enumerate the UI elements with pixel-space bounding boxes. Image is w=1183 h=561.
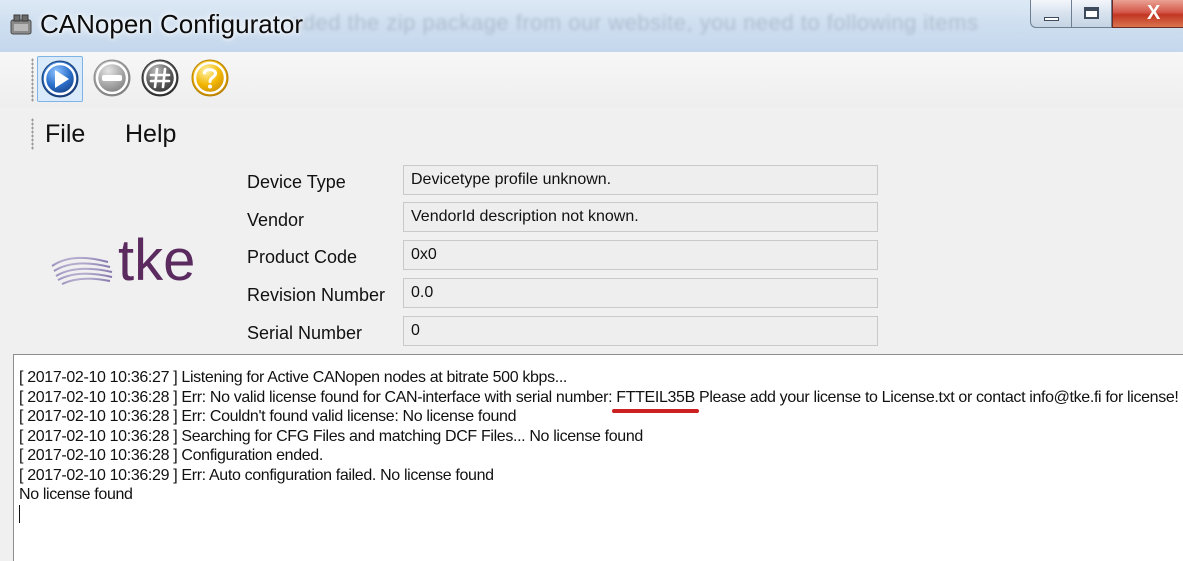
menu-bar: File Help: [0, 108, 1183, 158]
log-line: [ 2017-02-10 10:36:27 ] Listening for Ac…: [19, 369, 568, 386]
product-code-field[interactable]: 0x0: [403, 240, 878, 270]
play-icon: [41, 60, 79, 98]
log-text: [ 2017-02-10 10:36:28 ] Err: No valid li…: [19, 388, 617, 406]
run-button[interactable]: [37, 56, 83, 102]
vendor-label: Vendor: [247, 210, 305, 230]
log-line: No license found: [19, 486, 133, 503]
log-line: [ 2017-02-10 10:36:28 ] Configuration en…: [19, 447, 323, 464]
device-type-label: Device Type: [247, 172, 346, 192]
app-icon: [10, 14, 32, 35]
application-window: aded the zip package from our website, y…: [0, 0, 1183, 561]
stop-button[interactable]: [90, 56, 136, 102]
menu-help[interactable]: Help: [125, 120, 176, 149]
product-code-label: Product Code: [247, 247, 358, 267]
window-title: CANopen Configurator: [40, 9, 304, 39]
serial-value: FTTEIL35B: [616, 388, 695, 406]
toolbar: [0, 52, 1183, 108]
log-line: [ 2017-02-10 10:36:28 ] Searching for CF…: [19, 427, 643, 445]
configure-button[interactable]: [138, 56, 184, 102]
close-button[interactable]: X: [1112, 0, 1183, 28]
serial-number-label: Serial Number: [247, 323, 363, 343]
serial-number-text: FTTEIL35B: [612, 388, 699, 413]
log-line: [ 2017-02-10 10:36:28 ] Err: Couldn't fo…: [19, 408, 517, 425]
log-cursor-line: [19, 504, 1183, 525]
help-button[interactable]: [188, 56, 234, 102]
revision-number-field[interactable]: 0.0: [403, 278, 878, 308]
text-caret: [19, 504, 20, 523]
logo-text: tke: [118, 228, 195, 293]
menu-grip[interactable]: [31, 118, 34, 150]
question-icon: [191, 59, 229, 97]
maximize-button[interactable]: [1072, 0, 1112, 28]
device-info-panel: tke Device Type Devicetype profile unkno…: [0, 158, 1183, 354]
red-underline-annotation: [612, 408, 699, 413]
minimize-button[interactable]: [1030, 0, 1072, 28]
menu-file[interactable]: File: [45, 120, 85, 149]
serial-number-field[interactable]: 0: [403, 316, 878, 346]
toolbar-grip[interactable]: [31, 58, 34, 102]
stop-icon: [93, 59, 131, 97]
hash-icon: [141, 59, 179, 97]
vendor-field[interactable]: VendorId description not known.: [403, 202, 878, 232]
revision-number-label: Revision Number: [247, 285, 386, 305]
device-type-field[interactable]: Devicetype profile unknown.: [403, 165, 878, 195]
log-line: [ 2017-02-10 10:36:29 ] Err: Auto config…: [19, 466, 494, 484]
log-output[interactable]: [ 2017-02-10 10:36:27 ] Listening for Ac…: [13, 354, 1183, 561]
log-text: Please add your license to License.txt o…: [694, 388, 1179, 406]
tke-logo: tke: [51, 228, 195, 293]
close-icon: X: [1147, 2, 1161, 24]
log-line-license-error: [ 2017-02-10 10:36:28 ] Err: No valid li…: [19, 388, 1183, 413]
title-bar[interactable]: aded the zip package from our website, y…: [0, 0, 1183, 52]
background-window-text: aded the zip package from our website, y…: [290, 10, 979, 35]
